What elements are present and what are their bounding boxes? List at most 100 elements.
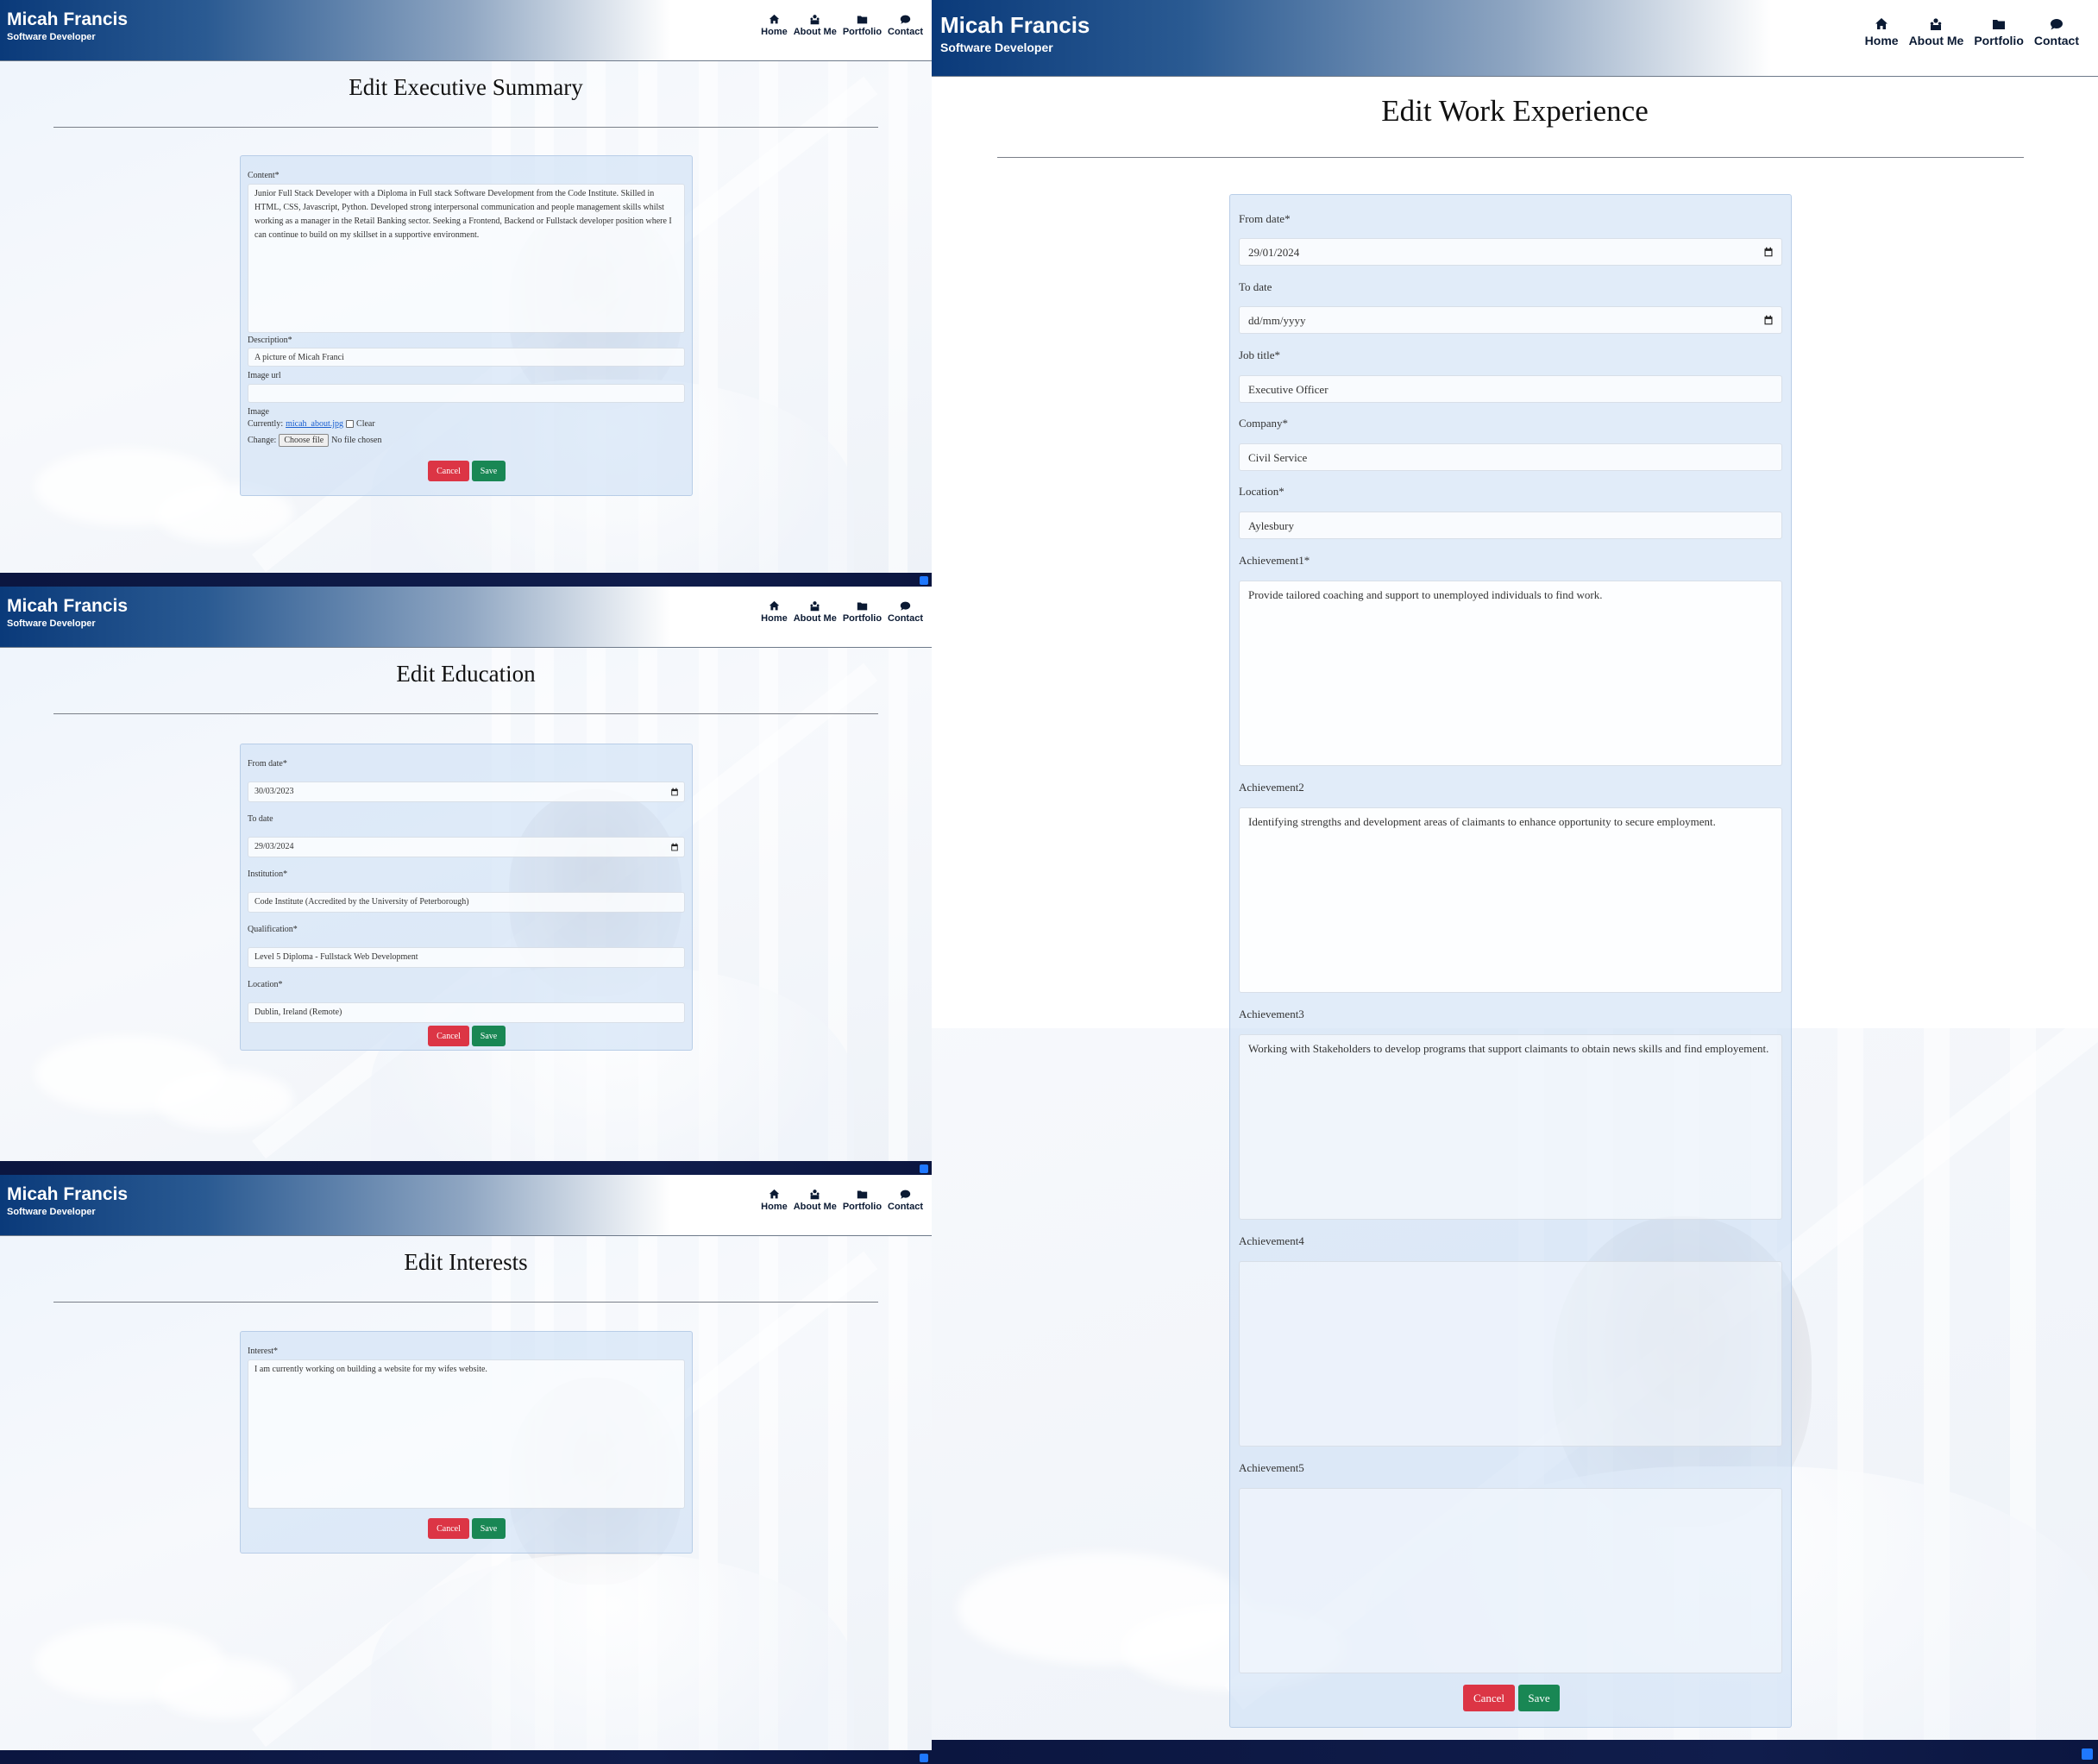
qualification-input[interactable]: Level 5 Diploma - Fullstack Web Developm… <box>248 947 685 968</box>
job-title-input[interactable]: Executive Officer <box>1239 375 1782 403</box>
nav-about-me[interactable]: About Me <box>1908 17 1964 47</box>
cancel-button[interactable]: Cancel <box>1463 1685 1515 1711</box>
nav-home[interactable]: Home <box>1865 17 1899 47</box>
achievement3-textarea[interactable]: Working with Stakeholders to develop pro… <box>1239 1034 1782 1220</box>
cancel-button[interactable]: Cancel <box>428 1518 469 1539</box>
to-date-input[interactable]: 29/03/2024 <box>248 837 685 857</box>
nav-portfolio-label: Portfolio <box>1974 34 2024 47</box>
brand[interactable]: Micah Francis Software Developer <box>7 9 129 43</box>
image-url-input[interactable] <box>248 384 685 403</box>
brand-subtitle: Software Developer <box>940 41 1053 55</box>
folder-icon <box>857 1190 868 1199</box>
description-label: Description* <box>248 336 292 345</box>
nav-links: Home About Me Portfolio Contact <box>761 1189 923 1212</box>
nav-contact-label: Contact <box>888 1202 923 1212</box>
content-label: Content* <box>248 171 280 180</box>
to-date-label: To date <box>248 814 273 824</box>
page-title: Edit Work Experience <box>1381 94 1649 128</box>
save-button[interactable]: Save <box>472 461 506 481</box>
achievement1-textarea[interactable]: Provide tailored coaching and support to… <box>1239 581 1782 766</box>
from-date-label: From date* <box>1239 212 1291 225</box>
nav-home[interactable]: Home <box>761 1189 788 1212</box>
nav-contact[interactable]: Contact <box>888 600 923 624</box>
clear-checkbox[interactable] <box>346 420 355 428</box>
nav-home[interactable]: Home <box>761 600 788 624</box>
nav-portfolio[interactable]: Portfolio <box>843 600 882 624</box>
brand-subtitle: Software Developer <box>7 32 96 43</box>
chat-icon <box>2050 19 2063 30</box>
home-icon <box>769 1189 780 1199</box>
brand-name: Micah Francis <box>7 9 129 29</box>
achievement5-label: Achievement5 <box>1239 1461 1304 1474</box>
nav-home[interactable]: Home <box>761 14 788 37</box>
achievement4-textarea[interactable] <box>1239 1261 1782 1447</box>
company-input[interactable]: Civil Service <box>1239 443 1782 471</box>
brand-name: Micah Francis <box>940 12 1090 38</box>
nav-about-me[interactable]: About Me <box>794 1189 837 1212</box>
linkedin-icon[interactable] <box>920 576 928 585</box>
qualification-label: Qualification* <box>248 925 298 934</box>
save-button[interactable]: Save <box>1518 1685 1560 1711</box>
interest-textarea[interactable]: I am currently working on building a web… <box>248 1359 685 1509</box>
nav-portfolio-label: Portfolio <box>842 613 883 624</box>
achievement2-textarea[interactable]: Identifying strengths and development ar… <box>1239 807 1782 993</box>
institution-input[interactable]: Code Institute (Accredited by the Univer… <box>248 892 685 913</box>
title-divider <box>53 713 878 714</box>
nav-home-label: Home <box>761 613 788 624</box>
description-input[interactable]: A picture of Micah Franci <box>248 348 685 367</box>
calendar-icon[interactable] <box>670 788 679 796</box>
currently-label: Currently: <box>248 419 284 429</box>
nav-contact[interactable]: Contact <box>888 1189 923 1212</box>
nav-contact[interactable]: Contact <box>888 14 923 37</box>
calendar-icon[interactable] <box>1763 315 1774 325</box>
current-image-row: Currently: micah_about.jpg Clear <box>248 419 375 429</box>
achievement3-label: Achievement3 <box>1239 1008 1304 1020</box>
calendar-icon[interactable] <box>1763 247 1774 257</box>
cancel-button[interactable]: Cancel <box>428 1026 469 1046</box>
title-divider <box>53 1302 878 1303</box>
image-label: Image <box>248 407 269 417</box>
interest-label: Interest* <box>248 1347 278 1356</box>
nav-links: Home About Me Portfolio Contact <box>1865 17 2079 47</box>
about-me-icon <box>810 1190 820 1200</box>
executive-summary-form: Content* Junior Full Stack Developer wit… <box>240 155 693 496</box>
nav-portfolio[interactable]: Portfolio <box>843 1189 882 1212</box>
from-date-input[interactable]: 29/01/2024 <box>1239 238 1782 266</box>
nav-links: Home About Me Portfolio Contact <box>761 600 923 624</box>
linkedin-icon[interactable] <box>2082 1748 2093 1760</box>
brand[interactable]: Micah Francis Software Developer <box>7 596 129 629</box>
brand-name: Micah Francis <box>7 596 129 616</box>
current-image-link[interactable]: micah_about.jpg <box>286 419 343 429</box>
company-label: Company* <box>1239 417 1289 430</box>
save-button[interactable]: Save <box>472 1518 506 1539</box>
linkedin-icon[interactable] <box>920 1754 928 1762</box>
nav-portfolio[interactable]: Portfolio <box>843 14 882 37</box>
linkedin-icon[interactable] <box>920 1164 928 1173</box>
navbar: Micah Francis Software Developer Home Ab… <box>932 0 2098 77</box>
content-textarea[interactable]: Junior Full Stack Developer with a Diplo… <box>248 184 685 333</box>
calendar-icon[interactable] <box>670 843 679 851</box>
nav-portfolio[interactable]: Portfolio <box>1974 17 2024 47</box>
location-input[interactable]: Dublin, Ireland (Remote) <box>248 1002 685 1023</box>
from-date-input[interactable]: 30/03/2023 <box>248 782 685 802</box>
save-button[interactable]: Save <box>472 1026 506 1046</box>
navbar: Micah Francis Software Developer Home Ab… <box>0 1175 932 1236</box>
nav-about-me[interactable]: About Me <box>794 14 837 37</box>
nav-portfolio-label: Portfolio <box>842 1202 883 1212</box>
change-label: Change: <box>248 436 277 445</box>
brand[interactable]: Micah Francis Software Developer <box>940 12 1090 55</box>
location-input[interactable]: Aylesbury <box>1239 512 1782 539</box>
to-date-value: 29/03/2024 <box>254 842 294 851</box>
brand[interactable]: Micah Francis Software Developer <box>7 1184 128 1217</box>
nav-about-me-label: About Me <box>1908 34 1964 47</box>
footer <box>0 1750 932 1764</box>
nav-about-me[interactable]: About Me <box>794 600 837 624</box>
achievement5-textarea[interactable] <box>1239 1488 1782 1673</box>
cancel-button[interactable]: Cancel <box>428 461 469 481</box>
title-divider <box>53 127 878 128</box>
to-date-input[interactable]: dd/mm/yyyy <box>1239 306 1782 334</box>
choose-file-button[interactable]: Choose file <box>279 434 330 447</box>
nav-links: Home About Me Portfolio Contact <box>761 14 923 37</box>
nav-contact[interactable]: Contact <box>2034 17 2079 47</box>
interests-form: Interest* I am currently working on buil… <box>240 1331 693 1554</box>
